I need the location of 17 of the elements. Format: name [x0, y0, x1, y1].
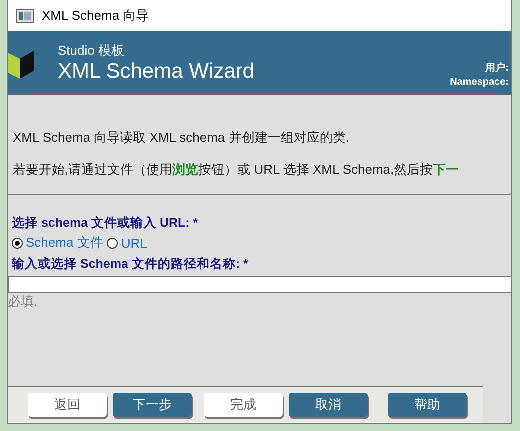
header-subtitle: Studio 模板 [58, 42, 126, 60]
wizard-button[interactable]: 帮助 [388, 393, 467, 417]
intro-text: XML Schema 向导读取 XML schema 并创建一组对应的类. [13, 129, 350, 147]
window-icon [16, 8, 34, 22]
window-title: XML Schema 向导 [42, 6, 150, 24]
user-label: 用户: [486, 61, 509, 75]
radio-option[interactable]: Schema 文件 [12, 234, 104, 252]
field-label: 选择 schema 文件或输入 URL: * [12, 215, 200, 232]
wizard-button[interactable]: 取消 [289, 393, 368, 417]
namespace-label: Namespace: [450, 77, 509, 88]
required-hint: 必填. [8, 293, 39, 311]
path-input-field[interactable] [8, 276, 511, 293]
field-label: 输入或选择 Schema 文件的路径和名称: * [12, 256, 250, 273]
header-title: XML Schema Wizard [58, 60, 256, 84]
intro-text: 若要开始,请通过文件（使用浏览按钮）或 URL 选择 XML Schema,然后按下一 [13, 161, 460, 179]
wizard-button[interactable]: 下一步 [113, 393, 192, 417]
radio-option[interactable]: URL [107, 236, 148, 250]
